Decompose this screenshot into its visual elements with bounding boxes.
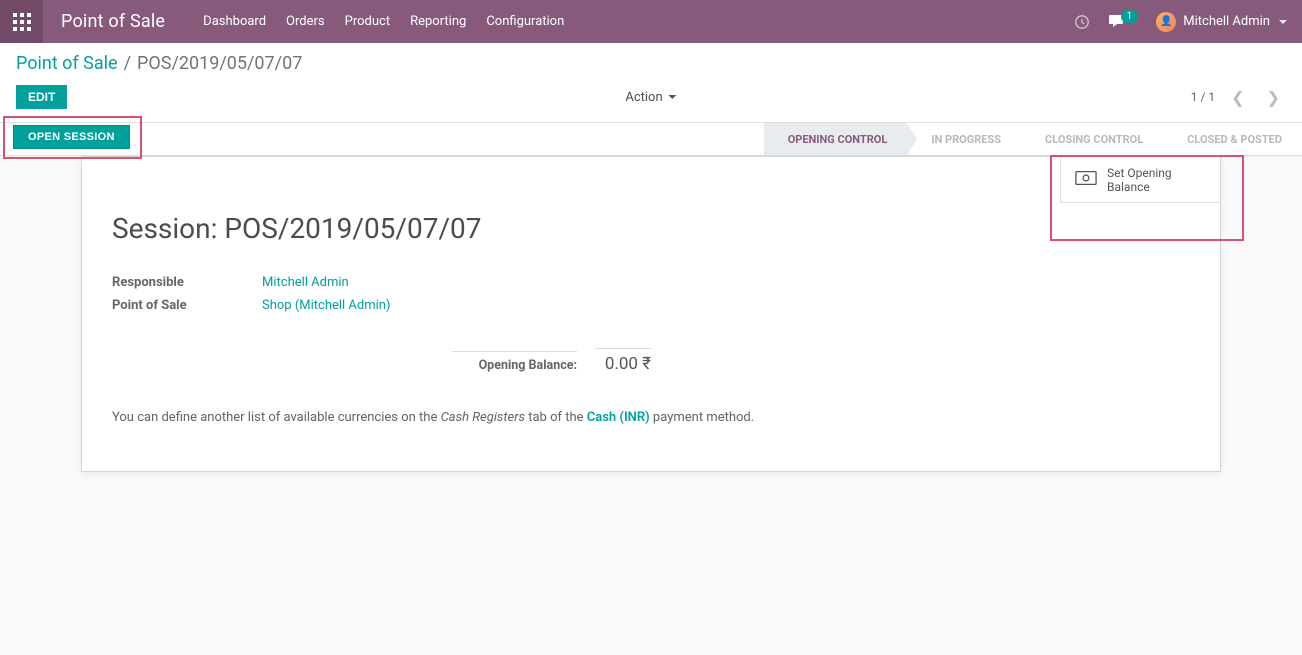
chevron-down-icon	[669, 95, 677, 99]
status-step-closed-posted[interactable]: CLOSED & POSTED	[1163, 123, 1302, 155]
note-part-a: You can define another list of available…	[112, 410, 441, 425]
currency-note: You can define another list of available…	[112, 406, 1190, 431]
set-opening-balance-label: Set Opening Balance	[1107, 166, 1208, 194]
activity-clock-icon[interactable]	[1074, 14, 1090, 30]
field-row-pos: Point of Sale Shop (Mitchell Admin)	[112, 298, 632, 313]
user-menu[interactable]: 👤 Mitchell Admin	[1156, 12, 1287, 32]
statusbar: OPEN SESSION OPENING CONTROL IN PROGRESS…	[0, 123, 1302, 156]
pos-label: Point of Sale	[112, 298, 262, 313]
action-label: Action	[625, 90, 662, 105]
field-row-responsible: Responsible Mitchell Admin	[112, 275, 632, 290]
money-bill-icon	[1075, 170, 1097, 189]
field-group: Responsible Mitchell Admin Point of Sale…	[112, 275, 632, 313]
apps-launcher-icon[interactable]	[0, 0, 43, 43]
message-count-badge: 1	[1121, 10, 1139, 23]
sheet-container: Set Opening Balance Session: POS/2019/05…	[0, 156, 1302, 492]
breadcrumb-root[interactable]: Point of Sale	[16, 53, 118, 74]
edit-button[interactable]: EDIT	[16, 85, 67, 109]
status-step-in-progress[interactable]: IN PROGRESS	[907, 123, 1021, 155]
avatar: 👤	[1156, 12, 1176, 32]
pos-value[interactable]: Shop (Mitchell Admin)	[262, 298, 391, 313]
pager-text: 1 / 1	[1191, 90, 1215, 104]
status-step-closing-control[interactable]: CLOSING CONTROL	[1021, 123, 1163, 155]
chevron-down-icon	[1279, 20, 1287, 24]
pager-prev-icon[interactable]: ❮	[1225, 86, 1250, 109]
pager-next-icon[interactable]: ❯	[1261, 86, 1286, 109]
status-steps: OPENING CONTROL IN PROGRESS CLOSING CONT…	[764, 123, 1302, 155]
breadcrumb-sep: /	[124, 53, 131, 74]
top-navbar: Point of Sale Dashboard Orders Product R…	[0, 0, 1302, 43]
open-session-button[interactable]: OPEN SESSION	[13, 125, 130, 149]
nav-item-dashboard[interactable]: Dashboard	[193, 0, 276, 43]
nav-item-configuration[interactable]: Configuration	[476, 0, 574, 43]
action-dropdown[interactable]: Action	[625, 90, 676, 105]
form-sheet: Set Opening Balance Session: POS/2019/05…	[81, 156, 1221, 472]
pager: 1 / 1 ❮ ❯	[1191, 86, 1286, 109]
highlight-open-session: OPEN SESSION	[3, 116, 142, 159]
nav-menu: Dashboard Orders Product Reporting Confi…	[193, 0, 574, 43]
session-title: Session: POS/2019/05/07/07	[112, 212, 1190, 245]
nav-right: 1 👤 Mitchell Admin	[1074, 12, 1287, 32]
responsible-label: Responsible	[112, 275, 262, 290]
nav-item-product[interactable]: Product	[335, 0, 400, 43]
user-name: Mitchell Admin	[1183, 14, 1270, 29]
grid-icon	[13, 13, 31, 31]
status-step-opening-control[interactable]: OPENING CONTROL	[764, 123, 908, 155]
cash-inr-link[interactable]: Cash (INR)	[587, 410, 650, 425]
breadcrumb: Point of Sale / POS/2019/05/07/07	[16, 53, 302, 74]
app-title: Point of Sale	[43, 11, 193, 32]
note-part-e: payment method.	[650, 410, 754, 425]
opening-balance-value: 0.00 ₹	[595, 348, 651, 374]
nav-item-reporting[interactable]: Reporting	[400, 0, 476, 43]
note-cash-registers: Cash Registers	[441, 410, 525, 425]
breadcrumb-current: POS/2019/05/07/07	[137, 53, 302, 74]
opening-balance-label: Opening Balance:	[452, 351, 577, 373]
responsible-value[interactable]: Mitchell Admin	[262, 275, 349, 290]
note-part-c: tab of the	[525, 410, 587, 425]
discuss-icon[interactable]: 1	[1108, 14, 1139, 29]
set-opening-balance-button[interactable]: Set Opening Balance	[1060, 157, 1220, 203]
nav-item-orders[interactable]: Orders	[276, 0, 335, 43]
button-box: Set Opening Balance	[1060, 157, 1220, 203]
control-panel: Point of Sale / POS/2019/05/07/07 EDIT A…	[0, 43, 1302, 123]
opening-balance-row: Opening Balance: 0.00 ₹	[452, 348, 1190, 374]
